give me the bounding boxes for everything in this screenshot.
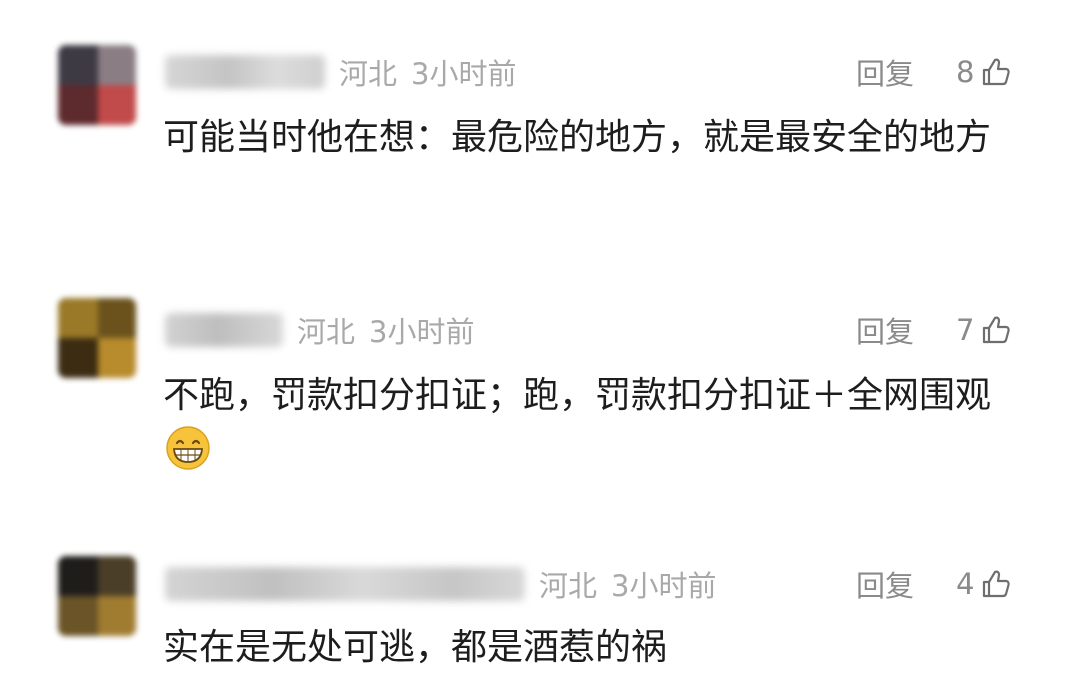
avatar[interactable] — [58, 298, 136, 378]
username-blurred[interactable] — [165, 55, 325, 89]
reply-button[interactable]: 回复 — [856, 308, 914, 352]
grinning-face-emoji-icon — [165, 425, 211, 488]
comment-text: 不跑，罚款扣分扣证；跑，罚款扣分扣证＋全网围观 — [163, 368, 1023, 488]
comment-region: 河北 — [297, 315, 356, 349]
comment-meta: 河北 3小时前 — [165, 562, 716, 606]
avatar[interactable] — [58, 556, 136, 636]
like-button[interactable]: 8 — [956, 50, 1012, 94]
comment-time: 3小时前 — [411, 57, 517, 91]
comment-meta: 河北 3小时前 — [165, 308, 474, 352]
comment-item: 河北 3小时前 回复 4 实在是无处可逃，都是酒惹的祸 — [0, 520, 1080, 691]
like-count: 7 — [956, 313, 975, 347]
comment-item: 河北 3小时前 回复 8 可能当时他在想：最危险的地方，就是最安全的地方 — [0, 0, 1080, 260]
like-button[interactable]: 7 — [956, 308, 1012, 352]
comment-text: 实在是无处可逃，都是酒惹的祸 — [163, 627, 668, 668]
like-count: 8 — [956, 55, 975, 89]
like-count: 4 — [956, 567, 975, 601]
username-blurred[interactable] — [165, 313, 283, 347]
comment-region: 河北 — [339, 57, 398, 91]
comment-text: 可能当时他在想：最危险的地方，就是最安全的地方 — [163, 117, 992, 158]
comment-text-content: 不跑，罚款扣分扣证；跑，罚款扣分扣证＋全网围观 — [163, 375, 992, 416]
comment-time: 3小时前 — [611, 569, 717, 603]
avatar[interactable] — [58, 45, 136, 125]
comment-time: 3小时前 — [369, 315, 475, 349]
thumbs-up-icon — [983, 570, 1011, 598]
thumbs-up-icon — [983, 58, 1011, 86]
username-blurred[interactable] — [165, 567, 525, 601]
comment-item: 河北 3小时前 回复 7 不跑，罚款扣分扣证；跑，罚款扣分扣证＋全网围观 — [0, 260, 1080, 520]
comment-meta: 河北 3小时前 — [165, 50, 516, 94]
thumbs-up-icon — [983, 316, 1011, 344]
comment-region: 河北 — [539, 569, 598, 603]
reply-button[interactable]: 回复 — [856, 50, 914, 94]
like-button[interactable]: 4 — [956, 562, 1012, 606]
reply-button[interactable]: 回复 — [856, 562, 914, 606]
